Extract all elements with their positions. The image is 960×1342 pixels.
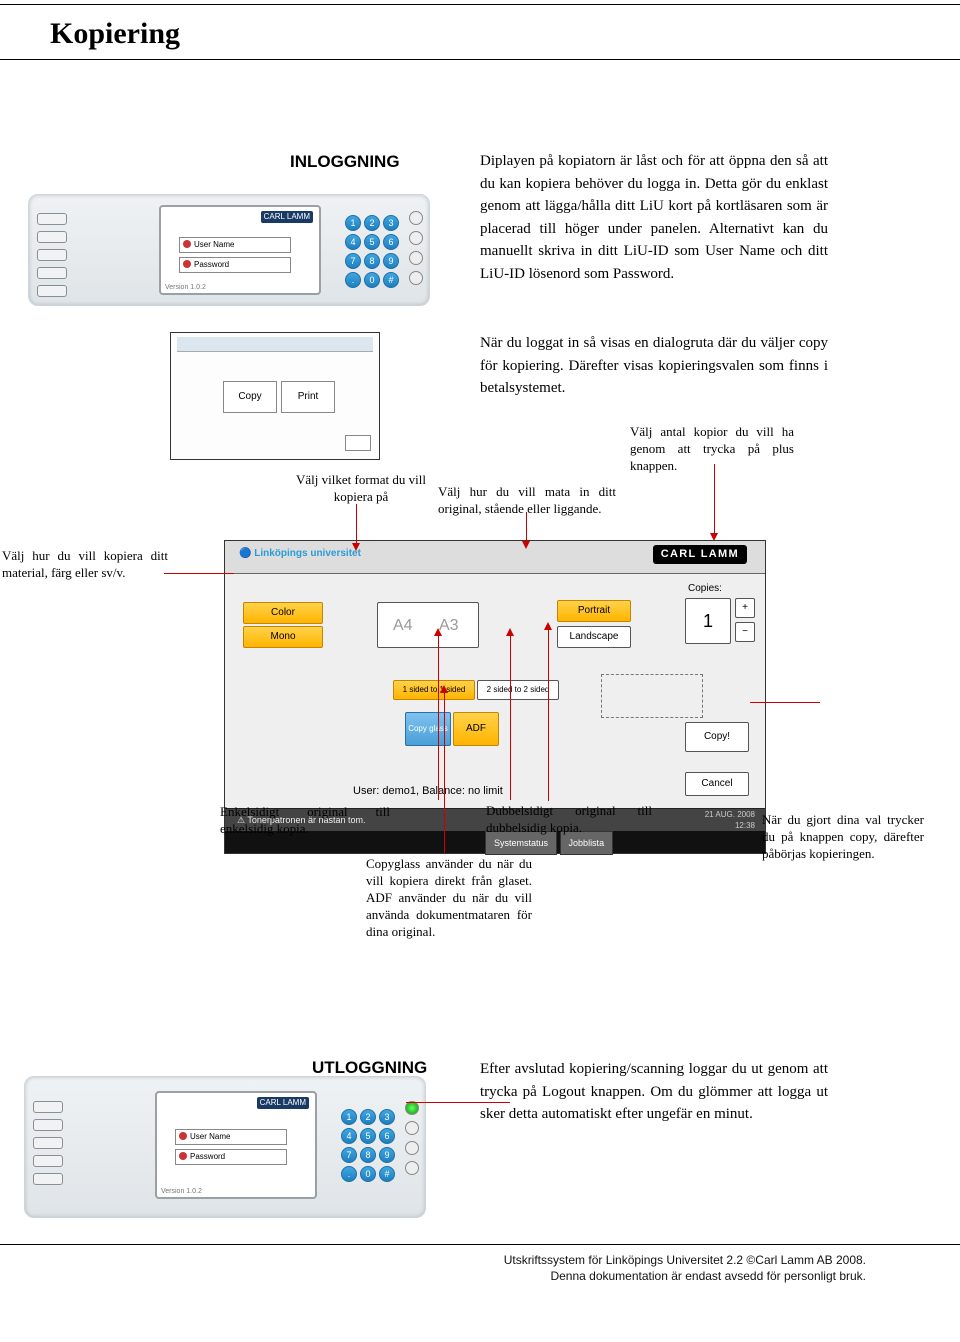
keypad[interactable]: 123456789.0# — [345, 215, 399, 288]
copier-panel-illustration-2: CARL LAMM User Name Password Version 1.0… — [24, 1076, 426, 1218]
anno-orientation: Välj hur du vill mata in ditt original, … — [438, 484, 616, 518]
anno-copies: Välj antal kopior du vill ha genom att t… — [630, 424, 794, 475]
after-login-body: När du loggat in så visas en dialogruta … — [480, 332, 828, 400]
version-label: Version 1.0.2 — [165, 284, 206, 291]
anno-material: Välj hur du vill kopiera ditt material, … — [2, 548, 168, 582]
user-balance-line: User: demo1, Balance: no limit — [353, 786, 503, 797]
cancel-button[interactable]: Cancel — [685, 772, 749, 796]
version-label-2: Version 1.0.2 — [161, 1188, 202, 1195]
copies-minus-button[interactable]: − — [735, 622, 755, 642]
ui-date: 21 AUG. 2008 — [705, 810, 755, 819]
brand-badge-2: CARL LAMM — [257, 1097, 309, 1109]
print-dialog-button[interactable]: Print — [281, 381, 335, 413]
utloggning-body: Efter avslutad kopiering/scanning loggar… — [480, 1058, 828, 1126]
keypad-2[interactable]: 123456789.0# — [341, 1109, 395, 1182]
password-field[interactable]: Password — [179, 257, 291, 273]
copy-dialog-button[interactable]: Copy — [223, 381, 277, 413]
brand-badge: CARL LAMM — [261, 211, 313, 223]
liu-logo-text: 🔵 Linköpings universitet — [239, 549, 361, 559]
page-title: Kopiering — [0, 5, 960, 59]
brand-carl-lamm: CARL LAMM — [653, 545, 747, 564]
mono-button[interactable]: Mono — [243, 626, 323, 648]
user-name-field-2[interactable]: User Name — [175, 1129, 287, 1145]
landscape-button[interactable]: Landscape — [557, 626, 631, 648]
inloggning-body: Diplayen på kopiatorn är låst och för at… — [480, 150, 828, 285]
anno-single-sided: Enkelsidigt original till enkelsidig kop… — [220, 804, 390, 838]
password-field-2[interactable]: Password — [175, 1149, 287, 1165]
anno-start-copy: När du gjort dina val trycker du på knap… — [762, 812, 924, 863]
side-buttons-2[interactable] — [405, 1101, 419, 1175]
anno-copyglass-adf: Copyglass använder du när du vill kopier… — [366, 856, 532, 940]
user-name-field[interactable]: User Name — [179, 237, 291, 253]
a4-label[interactable]: A4 — [393, 618, 413, 634]
doc-footer-line1: Utskriftssystem för Linköpings Universit… — [504, 1252, 866, 1268]
copies-value: 1 — [685, 598, 731, 644]
side-buttons[interactable] — [409, 211, 423, 285]
anno-paper-format: Välj vilket format du vill kopiera på — [296, 472, 426, 506]
copy-print-dialog: Copy Print — [170, 332, 380, 460]
copy-button[interactable]: Copy! — [685, 722, 749, 752]
one-sided-button[interactable]: 1 sided to 1 sided — [393, 680, 475, 700]
portrait-button[interactable]: Portrait — [557, 600, 631, 622]
dashed-preview-box — [601, 674, 703, 718]
adf-button[interactable]: ADF — [453, 712, 499, 746]
copier-panel-illustration-1: CARL LAMM User Name Password Version 1.0… — [28, 194, 430, 306]
anno-double-sided: Dubbelsidigt original till dubbelsidig k… — [486, 803, 652, 837]
two-sided-button[interactable]: 2 sided to 2 sided — [477, 680, 559, 700]
copies-plus-button[interactable]: + — [735, 598, 755, 618]
doc-footer-line2: Denna dokumentation är endast avsedd för… — [550, 1268, 866, 1284]
ui-time: 12:38 — [735, 821, 755, 830]
copies-label: Copies: — [688, 584, 722, 594]
color-button[interactable]: Color — [243, 602, 323, 624]
section-heading-inloggning: INLOGGNING — [290, 150, 400, 174]
